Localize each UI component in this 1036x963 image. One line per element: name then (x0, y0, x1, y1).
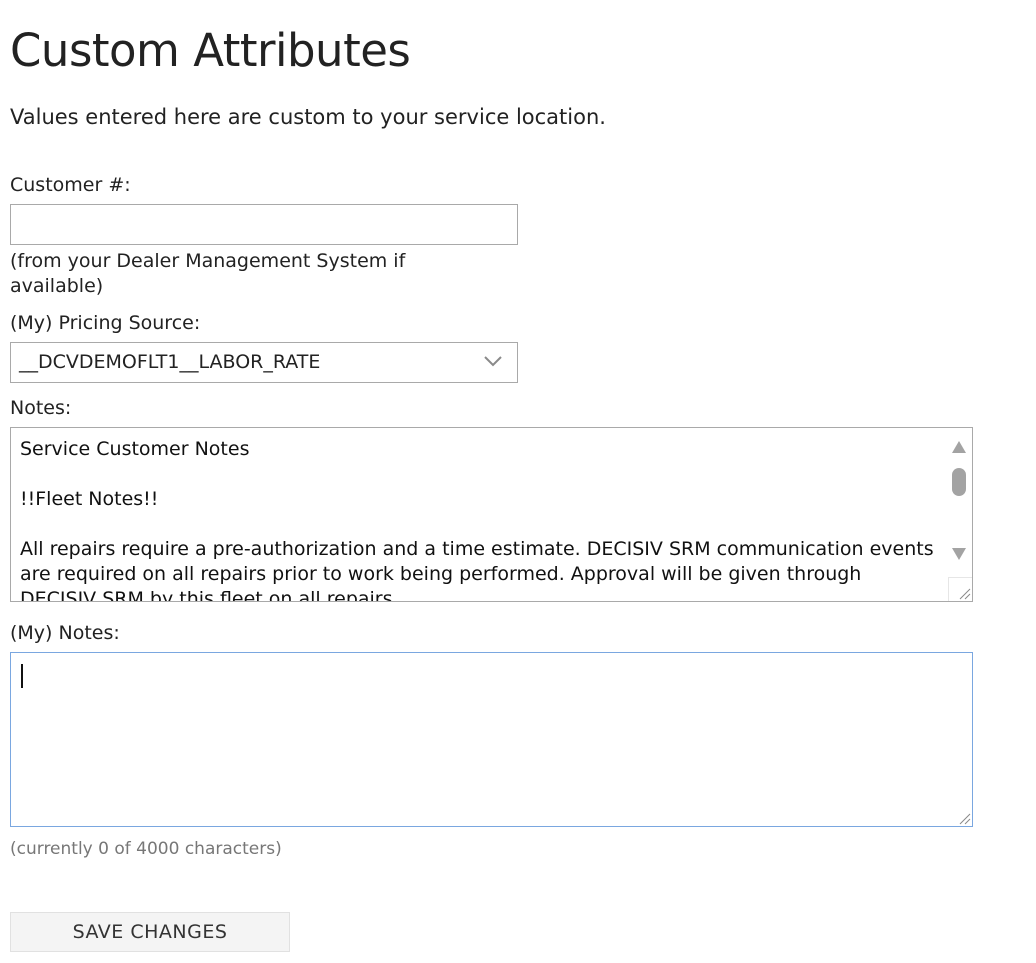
pricing-source-select[interactable]: __DCVDEMOFLT1__LABOR_RATE (10, 342, 518, 383)
scrollbar-thumb[interactable] (952, 468, 966, 496)
notes-textarea[interactable]: Service Customer Notes !!Fleet Notes!! A… (10, 427, 973, 602)
triangle-up-icon[interactable] (951, 440, 967, 454)
notes-label: Notes: (10, 397, 72, 419)
my-notes-textarea[interactable] (10, 652, 973, 827)
text-caret (21, 664, 23, 688)
customer-number-input[interactable] (10, 204, 518, 245)
page-title: Custom Attributes (10, 24, 411, 77)
resize-grip-icon[interactable] (957, 586, 971, 600)
pricing-source-label: (My) Pricing Source: (10, 312, 201, 334)
customer-number-label: Customer #: (10, 174, 131, 196)
notes-text: Service Customer Notes !!Fleet Notes!! A… (20, 438, 934, 602)
resize-grip-icon[interactable] (957, 811, 971, 825)
chevron-down-icon (484, 356, 502, 367)
character-counter: (currently 0 of 4000 characters) (10, 839, 282, 859)
triangle-down-icon[interactable] (951, 547, 967, 561)
page-intro: Values entered here are custom to your s… (10, 105, 606, 129)
customer-number-hint: (from your Dealer Management System if a… (10, 250, 406, 297)
notes-scrollbar[interactable] (946, 428, 972, 601)
save-changes-button[interactable]: SAVE CHANGES (10, 912, 290, 952)
pricing-source-value: __DCVDEMOFLT1__LABOR_RATE (19, 351, 321, 373)
my-notes-label: (My) Notes: (10, 622, 120, 644)
